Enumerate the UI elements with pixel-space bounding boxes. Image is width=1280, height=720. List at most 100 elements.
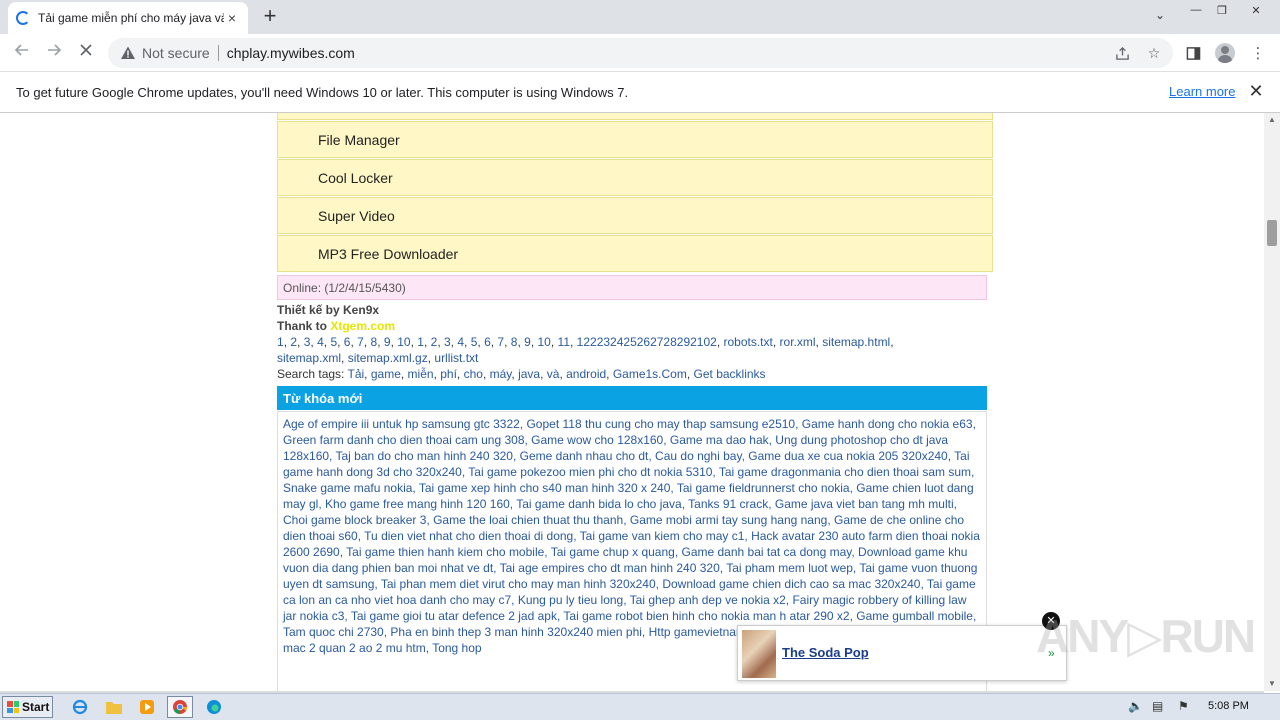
tab-title: Tải game miễn phí cho máy java và a xyxy=(38,11,224,25)
page-link[interactable]: 2 xyxy=(290,335,297,349)
sitemap-gz-link[interactable]: sitemap.xml.gz xyxy=(348,351,428,365)
bookmark-star-icon[interactable]: ☆ xyxy=(1142,38,1166,68)
page-link[interactable]: 2 xyxy=(431,335,438,349)
sitemap-xml-link[interactable]: sitemap.xml xyxy=(277,351,341,365)
page-link-long[interactable]: 122232425262728292102 xyxy=(577,335,717,349)
windows-taskbar: Start 🔈 ▤ ⚑ 5:08 PM xyxy=(0,693,1280,720)
page-link[interactable]: 7 xyxy=(497,335,504,349)
page-link[interactable]: 6 xyxy=(484,335,491,349)
stop-loading-button[interactable] xyxy=(74,42,98,64)
page-link[interactable]: 8 xyxy=(511,335,518,349)
tag-link[interactable]: java xyxy=(518,367,540,381)
sitemap-html-link[interactable]: sitemap.html xyxy=(822,335,890,349)
forward-button[interactable] xyxy=(42,42,66,64)
page-link[interactable]: 3 xyxy=(444,335,451,349)
ad-title-link[interactable]: The Soda Pop xyxy=(782,645,869,660)
urllist-link[interactable]: urllist.txt xyxy=(434,351,478,365)
page-viewport: File Manager Cool Locker Super Video MP3… xyxy=(0,113,1264,691)
page-content: File Manager Cool Locker Super Video MP3… xyxy=(270,113,1067,691)
scrollbar-thumb[interactable] xyxy=(1267,220,1277,246)
page-link[interactable]: 8 xyxy=(371,335,378,349)
tag-link[interactable]: và xyxy=(547,367,560,381)
scroll-up-icon[interactable]: ▲ xyxy=(1268,115,1276,124)
share-icon[interactable] xyxy=(1110,38,1134,68)
minimize-button[interactable]: — xyxy=(1184,0,1208,20)
edge-icon[interactable] xyxy=(201,696,227,718)
close-icon: ✕ xyxy=(1251,4,1261,17)
scroll-down-icon[interactable]: ▼ xyxy=(1268,679,1276,688)
tag-link[interactable]: máy xyxy=(490,367,512,381)
xtgem-link[interactable]: Xtgem.com xyxy=(330,319,395,333)
back-arrow-icon xyxy=(14,44,28,56)
thanks-prefix: Thank to xyxy=(277,319,331,333)
restore-button[interactable]: ❐ xyxy=(1210,0,1234,20)
search-tags: Search tags: Tải, game, miễn, phí, cho, … xyxy=(277,367,766,381)
infobar-close-icon[interactable]: ✕ xyxy=(1248,82,1264,100)
menu-item-super-video[interactable]: Super Video xyxy=(277,197,993,234)
address-bar[interactable]: Not secure chplay.mywibes.com ☆ xyxy=(108,38,1173,68)
minimize-icon: — xyxy=(1190,4,1202,16)
tag-link[interactable]: Game1s.Com xyxy=(613,367,687,381)
ror-link[interactable]: ror.xml xyxy=(780,335,816,349)
designer-credit: Thiết kế by Ken9x xyxy=(277,303,380,317)
tag-link[interactable]: game xyxy=(371,367,401,381)
page-link[interactable]: 4 xyxy=(317,335,324,349)
page-link[interactable]: 5 xyxy=(471,335,478,349)
chrome-icon[interactable] xyxy=(167,696,193,718)
profile-button[interactable] xyxy=(1213,41,1237,65)
menu-item-mp3-downloader[interactable]: MP3 Free Downloader xyxy=(277,235,993,272)
tag-link[interactable]: phí xyxy=(440,367,457,381)
system-clock[interactable]: 5:08 PM xyxy=(1208,700,1249,712)
url-text[interactable]: chplay.mywibes.com xyxy=(227,45,355,61)
ie-icon[interactable] xyxy=(67,696,93,718)
restore-icon: ❐ xyxy=(1217,4,1227,17)
tag-link[interactable]: Tải xyxy=(348,367,365,381)
page-link[interactable]: 9 xyxy=(384,335,391,349)
new-tab-button[interactable]: + xyxy=(258,5,282,29)
explorer-folder-icon[interactable] xyxy=(101,696,127,718)
media-player-icon[interactable] xyxy=(134,696,160,718)
tag-link[interactable]: android xyxy=(566,367,606,381)
page-link[interactable]: 4 xyxy=(457,335,464,349)
page-link[interactable]: 9 xyxy=(524,335,531,349)
chevron-down-icon[interactable]: ⌄ xyxy=(1150,8,1170,28)
tag-link[interactable]: miễn xyxy=(408,367,434,381)
address-separator xyxy=(217,45,219,61)
sitemap-links: sitemap.xml, sitemap.xml.gz, urllist.txt xyxy=(277,351,479,365)
page-link[interactable]: 1 xyxy=(417,335,424,349)
menu-item-cool-locker[interactable]: Cool Locker xyxy=(277,159,993,196)
browser-tab[interactable]: Tải game miễn phí cho máy java và a × xyxy=(8,2,248,34)
windows-logo-icon xyxy=(7,701,19,713)
network-icon[interactable]: ▤ xyxy=(1152,699,1163,713)
menu-kebab-icon[interactable]: ⋮ xyxy=(1246,41,1270,65)
anyrun-watermark: ANY▷RUN xyxy=(1036,610,1256,662)
pagination-links: 1, 2, 3, 4, 5, 6, 7, 8, 9, 10, 1, 2, 3, … xyxy=(277,335,894,349)
close-window-button[interactable]: ✕ xyxy=(1238,0,1274,20)
volume-icon[interactable]: 🔈 xyxy=(1128,699,1143,713)
robots-link[interactable]: robots.txt xyxy=(724,335,773,349)
vertical-scrollbar[interactable]: ▲ ▼ xyxy=(1264,113,1280,691)
tag-link[interactable]: Get backlinks xyxy=(694,367,766,381)
keywords-header: Từ khóa mới xyxy=(277,386,987,410)
side-panel-icon[interactable] xyxy=(1181,41,1205,65)
page-link[interactable]: 3 xyxy=(304,335,311,349)
page-link[interactable]: 11 xyxy=(558,335,570,349)
learn-more-link[interactable]: Learn more xyxy=(1169,84,1235,99)
start-button[interactable]: Start xyxy=(2,696,53,718)
tab-close-icon[interactable]: × xyxy=(224,10,240,26)
page-link[interactable]: 10 xyxy=(538,335,551,349)
menu-item-file-manager[interactable]: File Manager xyxy=(277,121,993,158)
page-link[interactable]: 6 xyxy=(344,335,351,349)
ad-popup[interactable]: The Soda Pop » ✕ xyxy=(737,612,1067,681)
flag-icon[interactable]: ⚑ xyxy=(1178,699,1189,713)
page-link[interactable]: 1 xyxy=(277,335,284,349)
back-button[interactable] xyxy=(10,42,34,64)
tag-link[interactable]: cho xyxy=(464,367,483,381)
thanks-line: Thank to Xtgem.com xyxy=(277,318,993,334)
start-label: Start xyxy=(22,700,50,714)
loading-spinner-icon xyxy=(16,11,30,25)
page-link[interactable]: 10 xyxy=(397,335,410,349)
stop-x-icon xyxy=(80,44,92,56)
page-link[interactable]: 7 xyxy=(357,335,364,349)
page-link[interactable]: 5 xyxy=(330,335,337,349)
